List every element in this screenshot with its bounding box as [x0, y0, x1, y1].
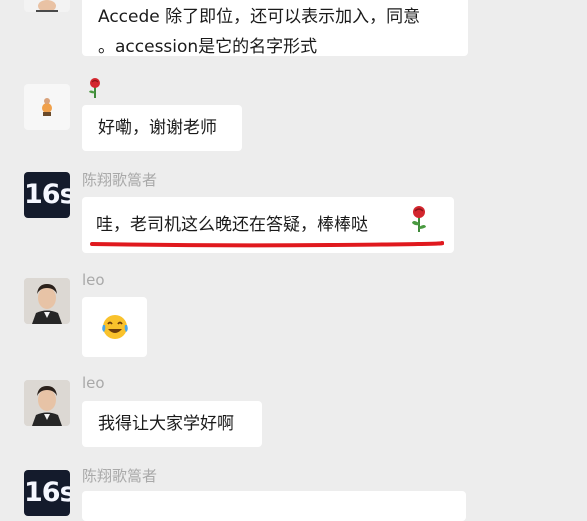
rose-emoji — [86, 77, 104, 99]
message-text: 哇，老司机这么晚还在答疑，棒棒哒 — [96, 215, 368, 235]
orange-figure-icon — [42, 98, 52, 116]
message-bubble[interactable] — [82, 491, 466, 521]
message-text: 好嘞，谢谢老师 — [98, 118, 217, 138]
avatar[interactable]: 16s — [24, 172, 70, 218]
sender-name: 陈翔歌篙者 — [82, 171, 158, 189]
red-underline-annotation — [90, 241, 444, 248]
tears-of-joy-emoji — [102, 315, 128, 339]
avatar[interactable] — [24, 84, 70, 130]
rose-emoji — [409, 205, 429, 233]
avatar[interactable] — [24, 380, 70, 426]
message-bubble[interactable]: Accede 除了即位，还可以表示加入，同意 。accession是它的名字形式 — [82, 0, 468, 57]
avatar[interactable] — [24, 278, 70, 324]
sender-name: leo — [82, 374, 105, 392]
sender-name: leo — [82, 271, 105, 289]
avatar[interactable]: 16s — [24, 470, 70, 516]
message-bubble[interactable]: 好嘞，谢谢老师 — [82, 105, 242, 151]
message-bubble[interactable] — [82, 297, 147, 357]
message-text: Accede 除了即位，还可以表示加入，同意 — [98, 7, 421, 27]
message-bubble[interactable]: 我得让大家学好啊 — [82, 401, 262, 447]
avatar[interactable] — [24, 0, 70, 12]
message-text: 。accession是它的名字形式 — [98, 37, 318, 57]
message-text: 我得让大家学好啊 — [98, 414, 234, 434]
avatar-label: 16s — [24, 477, 70, 508]
avatar-label: 16s — [24, 179, 70, 210]
sender-name: 陈翔歌篙者 — [82, 467, 158, 485]
